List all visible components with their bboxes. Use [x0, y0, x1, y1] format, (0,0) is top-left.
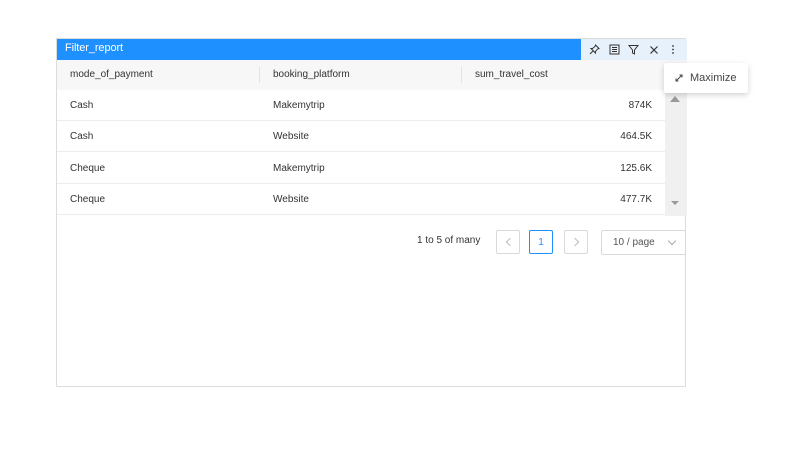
close-icon[interactable] [647, 43, 661, 57]
pin-icon[interactable] [588, 43, 602, 57]
filter-icon[interactable] [627, 43, 641, 57]
cell-mode-of-payment: Cheque [70, 163, 106, 174]
scroll-up-arrow-icon[interactable] [670, 96, 680, 102]
maximize-label: Maximize [690, 72, 737, 84]
next-page-button[interactable] [564, 230, 588, 254]
maximize-menu-item[interactable]: Maximize [664, 63, 748, 93]
cell-sum-travel-cost: 477.7K [620, 194, 652, 205]
chevron-down-icon [667, 236, 677, 246]
cell-sum-travel-cost: 464.5K [620, 131, 652, 142]
table-row[interactable]: Cash Makemytrip 874K [57, 90, 665, 121]
chevron-right-icon [570, 237, 579, 247]
table-body: Cash Makemytrip 874K Cash Website 464.5K… [57, 90, 665, 216]
cell-sum-travel-cost: 874K [628, 100, 652, 111]
cell-booking-platform: Makemytrip [273, 100, 325, 111]
more-options-icon[interactable] [666, 43, 680, 57]
options-dropdown-menu: Maximize [664, 63, 748, 93]
previous-page-button[interactable] [496, 230, 520, 254]
cell-booking-platform: Website [273, 131, 309, 142]
page-size-select[interactable]: 10 / page [601, 230, 686, 255]
vertical-scrollbar[interactable] [665, 90, 687, 216]
widget-toolbar [581, 39, 687, 60]
column-header-booking-platform[interactable]: booking_platform [273, 60, 350, 90]
cell-sum-travel-cost: 125.6K [620, 163, 652, 174]
chevron-left-icon [505, 237, 514, 247]
column-divider[interactable] [461, 67, 462, 83]
cell-mode-of-payment: Cheque [70, 194, 106, 205]
pagination-info: 1 to 5 of many [417, 235, 481, 246]
column-header-mode-of-payment[interactable]: mode_of_payment [70, 60, 153, 90]
scroll-down-arrow-icon[interactable] [671, 201, 679, 205]
table-row[interactable]: Cheque Website 477.7K [57, 184, 665, 215]
column-divider[interactable] [259, 67, 260, 83]
table-header: mode_of_payment booking_platform sum_tra… [57, 60, 687, 90]
table-row[interactable]: Cash Website 464.5K [57, 121, 665, 152]
widget-titlebar: Filter_report [57, 39, 687, 60]
table-row[interactable]: Cheque Makemytrip 125.6K [57, 153, 665, 184]
page-size-value: 10 / page [613, 237, 655, 248]
page-number-button[interactable]: 1 [529, 230, 553, 254]
cell-mode-of-payment: Cash [70, 100, 94, 111]
cell-mode-of-payment: Cash [70, 131, 94, 142]
table-view-icon[interactable] [607, 43, 621, 57]
cell-booking-platform: Website [273, 194, 309, 205]
widget-title: Filter_report [65, 42, 123, 54]
cell-booking-platform: Makemytrip [273, 163, 325, 174]
column-header-sum-travel-cost[interactable]: sum_travel_cost [475, 60, 548, 90]
maximize-icon [674, 72, 686, 84]
report-widget: Filter_report mode_of_payment booking_pl… [56, 38, 687, 387]
